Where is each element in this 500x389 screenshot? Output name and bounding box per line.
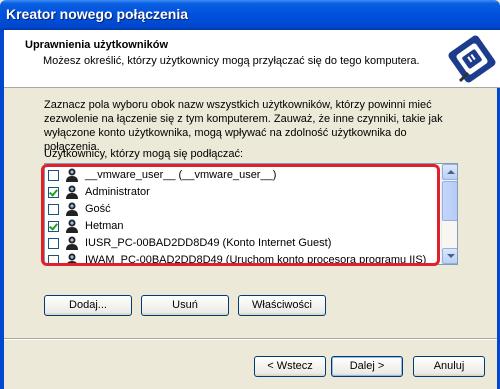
- user-name: IWAM_PC-00BAD2DD8D49 (Uruchom konto proc…: [85, 254, 427, 265]
- cancel-button[interactable]: Anuluj: [413, 356, 485, 377]
- user-list-item[interactable]: IUSR_PC-00BAD2DD8D49 (Konto Internet Gue…: [45, 235, 441, 252]
- header-title: Uprawnienia użytkowników: [25, 39, 169, 51]
- scroll-thumb[interactable]: [442, 181, 457, 221]
- user-checkbox[interactable]: [48, 255, 59, 264]
- header-subtitle: Możesz określić, którzy użytkownicy mogą…: [43, 55, 420, 67]
- user-name: IUSR_PC-00BAD2DD8D49 (Konto Internet Gue…: [85, 237, 332, 249]
- user-list-item[interactable]: __vmware_user__ (__vmware_user__): [45, 167, 441, 184]
- scroll-up-button[interactable]: [442, 164, 457, 180]
- user-checkbox[interactable]: [48, 187, 59, 198]
- add-user-button[interactable]: Dodaj...: [44, 295, 132, 316]
- network-connection-icon: [448, 35, 496, 83]
- user-checkbox[interactable]: [48, 204, 59, 215]
- user-icon: [66, 253, 78, 264]
- arrow-up-icon: [447, 170, 455, 174]
- scroll-down-button[interactable]: [442, 248, 457, 264]
- user-checkbox[interactable]: [48, 221, 59, 232]
- user-name: Administrator: [85, 186, 150, 198]
- user-list-item[interactable]: Administrator: [45, 184, 441, 201]
- properties-button[interactable]: Właściwości: [238, 295, 326, 316]
- instructions-line-2: zezwolenie na łączenie się z tym kompute…: [44, 113, 443, 125]
- user-name: Gość: [85, 203, 111, 215]
- footer-separator: [4, 338, 497, 340]
- arrow-down-icon: [447, 254, 455, 258]
- user-list-item[interactable]: Hetman: [45, 218, 441, 235]
- user-icon: [66, 168, 78, 182]
- back-button[interactable]: < Wstecz: [254, 356, 326, 377]
- user-checkbox[interactable]: [48, 170, 59, 181]
- user-icon: [66, 202, 78, 216]
- remove-user-button[interactable]: Usuń: [141, 295, 229, 316]
- instructions-text: Zaznacz pola wyboru obok nazw wszystkich…: [44, 98, 464, 154]
- vertical-scrollbar[interactable]: [441, 164, 457, 264]
- user-icon: [66, 236, 78, 250]
- wizard-window: Kreator nowego połączenia Uprawnienia uż…: [0, 0, 500, 389]
- user-list-item[interactable]: Gość: [45, 201, 441, 218]
- user-icon: [66, 185, 78, 199]
- wizard-header: Uprawnienia użytkowników Możesz określić…: [4, 30, 500, 88]
- user-icon: [66, 219, 78, 233]
- users-list-items: __vmware_user__ (__vmware_user__) Adminis…: [45, 167, 441, 265]
- window-title: Kreator nowego połączenia: [6, 6, 189, 22]
- user-name: __vmware_user__ (__vmware_user__): [85, 169, 277, 181]
- title-bar[interactable]: Kreator nowego połączenia: [0, 0, 500, 30]
- user-list-item[interactable]: IWAM_PC-00BAD2DD8D49 (Uruchom konto proc…: [45, 252, 441, 265]
- next-button[interactable]: Dalej >: [331, 356, 403, 377]
- users-listbox[interactable]: __vmware_user__ (__vmware_user__) Adminis…: [44, 163, 458, 265]
- users-list-label: Użytkownicy, którzy mogą się podłączać:: [44, 148, 244, 160]
- user-checkbox[interactable]: [48, 238, 59, 249]
- instructions-line-1: Zaznacz pola wyboru obok nazw wszystkich…: [44, 99, 432, 111]
- user-name: Hetman: [85, 220, 124, 232]
